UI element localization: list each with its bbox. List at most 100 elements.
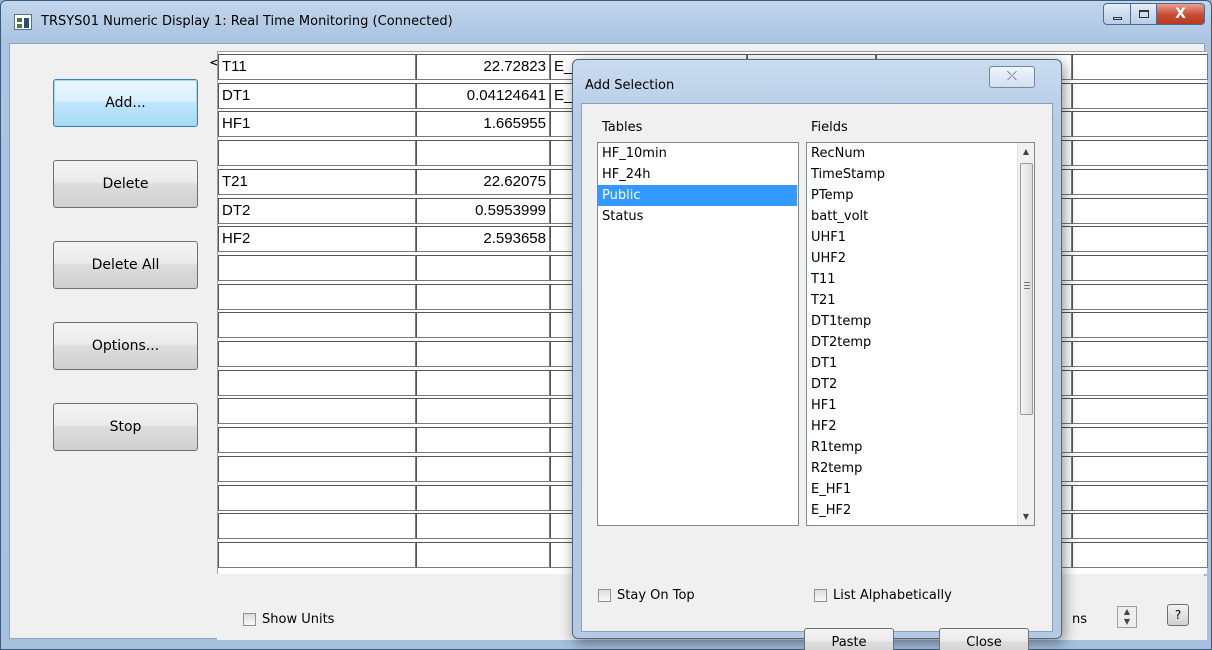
- grid-cell[interactable]: [416, 513, 550, 540]
- grid-cell[interactable]: [1072, 111, 1208, 138]
- grid-cell[interactable]: [416, 312, 550, 339]
- grid-cell[interactable]: [218, 541, 416, 568]
- minimize-button[interactable]: [1103, 3, 1131, 25]
- field-list-item[interactable]: DT1: [807, 353, 1034, 374]
- grid-cell[interactable]: HF1: [218, 111, 416, 138]
- help-button[interactable]: ?: [1167, 604, 1189, 626]
- field-list-item[interactable]: E_HF1: [807, 479, 1034, 500]
- grid-cell[interactable]: [218, 341, 416, 367]
- paste-button[interactable]: Paste: [804, 628, 894, 650]
- grid-cell[interactable]: T21: [218, 168, 416, 195]
- maximize-button[interactable]: [1131, 3, 1157, 25]
- field-list-item[interactable]: R1temp: [807, 437, 1034, 458]
- field-list-item[interactable]: HF2: [807, 416, 1034, 437]
- field-list-item[interactable]: UHF2: [807, 248, 1034, 269]
- table-list-item[interactable]: HF_10min: [598, 143, 798, 164]
- list-alphabetically-checkbox[interactable]: List Alphabetically: [814, 588, 952, 603]
- show-units-check[interactable]: [243, 613, 256, 626]
- field-list-item[interactable]: T11: [807, 269, 1034, 290]
- grid-cell[interactable]: [416, 427, 550, 454]
- field-list-item[interactable]: TimeStamp: [807, 164, 1034, 185]
- grid-cell[interactable]: [416, 398, 550, 425]
- grid-cell[interactable]: [1072, 341, 1208, 367]
- grid-cell[interactable]: [218, 369, 416, 396]
- options-button[interactable]: Options...: [53, 322, 198, 370]
- grid-cell[interactable]: T11: [218, 54, 416, 80]
- grid-cell[interactable]: [1072, 226, 1208, 253]
- fields-listbox[interactable]: RecNum TimeStamp PTemp batt_volt UHF1 UHF2 T11…: [806, 142, 1035, 526]
- grid-cell[interactable]: [218, 513, 416, 540]
- grid-cell[interactable]: 22.72823: [416, 54, 550, 80]
- grid-cell[interactable]: [416, 254, 550, 281]
- field-list-item[interactable]: UHF1: [807, 227, 1034, 248]
- grid-cell[interactable]: [1072, 513, 1208, 540]
- grid-cell[interactable]: [218, 254, 416, 281]
- grid-cell[interactable]: [1072, 168, 1208, 195]
- table-list-item[interactable]: HF_24h: [598, 164, 798, 185]
- grid-cell[interactable]: [218, 312, 416, 339]
- grid-cell[interactable]: [1072, 455, 1208, 482]
- grid-cell[interactable]: [416, 341, 550, 367]
- table-list-item[interactable]: Status: [598, 206, 798, 227]
- show-units-checkbox[interactable]: Show Units: [243, 612, 334, 627]
- scroll-thumb[interactable]: [1020, 163, 1033, 415]
- grid-cell[interactable]: [1072, 398, 1208, 425]
- grid-cell[interactable]: [416, 140, 550, 167]
- grid-cell[interactable]: [1072, 254, 1208, 281]
- grid-cell[interactable]: [1072, 54, 1208, 80]
- scroll-down-arrow-icon[interactable]: ▼: [1018, 508, 1034, 525]
- grid-cell[interactable]: [1072, 369, 1208, 396]
- field-list-item[interactable]: DT2: [807, 374, 1034, 395]
- field-list-item[interactable]: DT2temp: [807, 332, 1034, 353]
- add-button[interactable]: Add...: [53, 79, 198, 127]
- columns-spinner[interactable]: ▲ ▼: [1117, 606, 1137, 628]
- stay-on-top-check[interactable]: [598, 589, 611, 602]
- grid-cell[interactable]: DT2: [218, 197, 416, 224]
- grid-cell[interactable]: [416, 283, 550, 310]
- grid-cell[interactable]: [1072, 484, 1208, 511]
- close-button[interactable]: Close: [939, 628, 1029, 650]
- grid-cell[interactable]: [1072, 312, 1208, 339]
- field-list-item[interactable]: batt_volt: [807, 206, 1034, 227]
- fields-scrollbar[interactable]: ▲ ▼: [1017, 143, 1034, 525]
- grid-cell[interactable]: [218, 484, 416, 511]
- dialog-close-x-button[interactable]: ⤫: [989, 66, 1035, 88]
- grid-cell[interactable]: HF2: [218, 226, 416, 253]
- grid-cell[interactable]: [1072, 140, 1208, 167]
- grid-cell[interactable]: [416, 484, 550, 511]
- grid-cell[interactable]: [218, 398, 416, 425]
- close-window-button[interactable]: X: [1157, 3, 1205, 25]
- scroll-up-arrow-icon[interactable]: ▲: [1018, 143, 1034, 160]
- grid-cell[interactable]: [218, 283, 416, 310]
- grid-cell[interactable]: 2.593658: [416, 226, 550, 253]
- field-list-item[interactable]: DT1temp: [807, 311, 1034, 332]
- grid-cell[interactable]: 0.5953999: [416, 197, 550, 224]
- tables-listbox[interactable]: HF_10min HF_24h Public Status: [597, 142, 799, 526]
- field-list-item[interactable]: PTemp: [807, 185, 1034, 206]
- grid-cell[interactable]: [1072, 283, 1208, 310]
- grid-cell[interactable]: DT1: [218, 82, 416, 109]
- field-list-item[interactable]: T21: [807, 290, 1034, 311]
- grid-cell[interactable]: [218, 427, 416, 454]
- grid-cell[interactable]: 22.62075: [416, 168, 550, 195]
- stop-button[interactable]: Stop: [53, 403, 198, 451]
- stay-on-top-checkbox[interactable]: Stay On Top: [598, 588, 695, 603]
- grid-cell[interactable]: [218, 455, 416, 482]
- grid-cell[interactable]: [218, 140, 416, 167]
- grid-cell[interactable]: [1072, 82, 1208, 109]
- grid-cell[interactable]: [416, 455, 550, 482]
- field-list-item[interactable]: E_HF2: [807, 500, 1034, 521]
- grid-cell[interactable]: 1.665955: [416, 111, 550, 138]
- grid-cell[interactable]: [1072, 541, 1208, 568]
- title-bar[interactable]: TRSYS01 Numeric Display 1: Real Time Mon…: [1, 1, 1211, 41]
- table-list-item[interactable]: Public: [598, 185, 797, 206]
- grid-cell[interactable]: [1072, 427, 1208, 454]
- grid-cell[interactable]: [416, 541, 550, 568]
- grid-cell[interactable]: [1072, 197, 1208, 224]
- grid-cell[interactable]: 0.04124641: [416, 82, 550, 109]
- delete-button[interactable]: Delete: [53, 160, 198, 208]
- field-list-item[interactable]: HF1: [807, 395, 1034, 416]
- field-list-item[interactable]: R2temp: [807, 458, 1034, 479]
- grid-cell[interactable]: [416, 369, 550, 396]
- delete-all-button[interactable]: Delete All: [53, 241, 198, 289]
